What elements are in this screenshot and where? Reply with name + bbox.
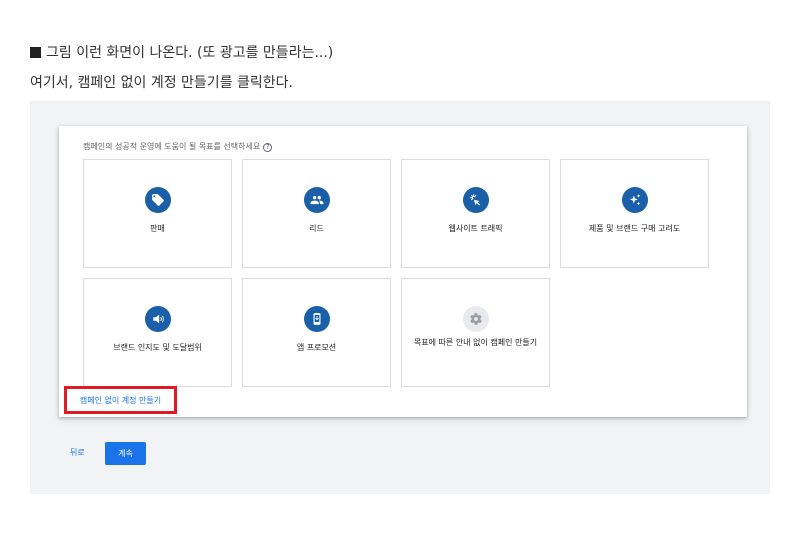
intro-line-2: 여기서, 캠페인 없이 계정 만들기를 클릭한다. <box>30 75 293 91</box>
goal-label: 목표에 따른 안내 없이 캠페인 만들기 <box>413 338 538 347</box>
goal-tile-brand-awareness[interactable]: 브랜드 인지도 및 도달범위 <box>83 278 232 387</box>
create-account-without-campaign-link[interactable]: 캠페인 없이 계정 만들기 <box>80 395 161 406</box>
back-button[interactable]: 뒤로 <box>70 447 85 458</box>
goal-tile-website-traffic[interactable]: 웹사이트 트래픽 <box>401 159 550 268</box>
megaphone-icon <box>145 306 171 332</box>
help-icon[interactable]: ? <box>263 143 273 152</box>
phone-icon <box>304 306 330 332</box>
continue-button[interactable]: 계속 <box>105 442 146 465</box>
people-icon <box>304 187 330 213</box>
goal-prompt: 캠페인의 성공적 운영에 도움이 될 목표를 선택하세요? <box>83 141 273 152</box>
goal-label: 제품 및 브랜드 구매 고려도 <box>588 224 681 233</box>
cursor-click-icon <box>463 187 489 213</box>
goal-label: 웹사이트 트래픽 <box>448 224 503 233</box>
tag-icon <box>145 187 171 213</box>
goal-tile-no-guidance[interactable]: 목표에 따른 안내 없이 캠페인 만들기 <box>401 278 550 387</box>
sparkle-icon <box>622 187 648 213</box>
goal-tile-consideration[interactable]: 제품 및 브랜드 구매 고려도 <box>560 159 709 268</box>
goal-selection-card: 캠페인의 성공적 운영에 도움이 될 목표를 선택하세요? 판매 리드 웹사이트… <box>59 126 747 417</box>
goal-tile-sales[interactable]: 판매 <box>83 159 232 268</box>
goal-label: 리드 <box>309 224 324 233</box>
square-bullet-icon <box>30 47 41 58</box>
goal-prompt-text: 캠페인의 성공적 운영에 도움이 될 목표를 선택하세요 <box>83 142 261 151</box>
goal-label: 앱 프로모션 <box>296 343 337 352</box>
screenshot-panel: 캠페인의 성공적 운영에 도움이 될 목표를 선택하세요? 판매 리드 웹사이트… <box>30 101 770 494</box>
goal-label: 판매 <box>150 224 165 233</box>
intro-line-1: 그림 이런 화면이 나온다. (또 광고를 만들라는...) <box>30 38 333 68</box>
goal-tile-app-promotion[interactable]: 앱 프로모션 <box>242 278 391 387</box>
intro-text: 그림 이런 화면이 나온다. (또 광고를 만들라는...) 여기서, 캠페인 … <box>30 38 333 98</box>
gear-icon <box>463 306 489 332</box>
goal-label: 브랜드 인지도 및 도달범위 <box>113 343 202 352</box>
highlight-box: 캠페인 없이 계정 만들기 <box>64 386 177 414</box>
goal-tile-leads[interactable]: 리드 <box>242 159 391 268</box>
intro-line-1-text: 그림 이런 화면이 나온다. (또 광고를 만들라는...) <box>46 45 334 61</box>
